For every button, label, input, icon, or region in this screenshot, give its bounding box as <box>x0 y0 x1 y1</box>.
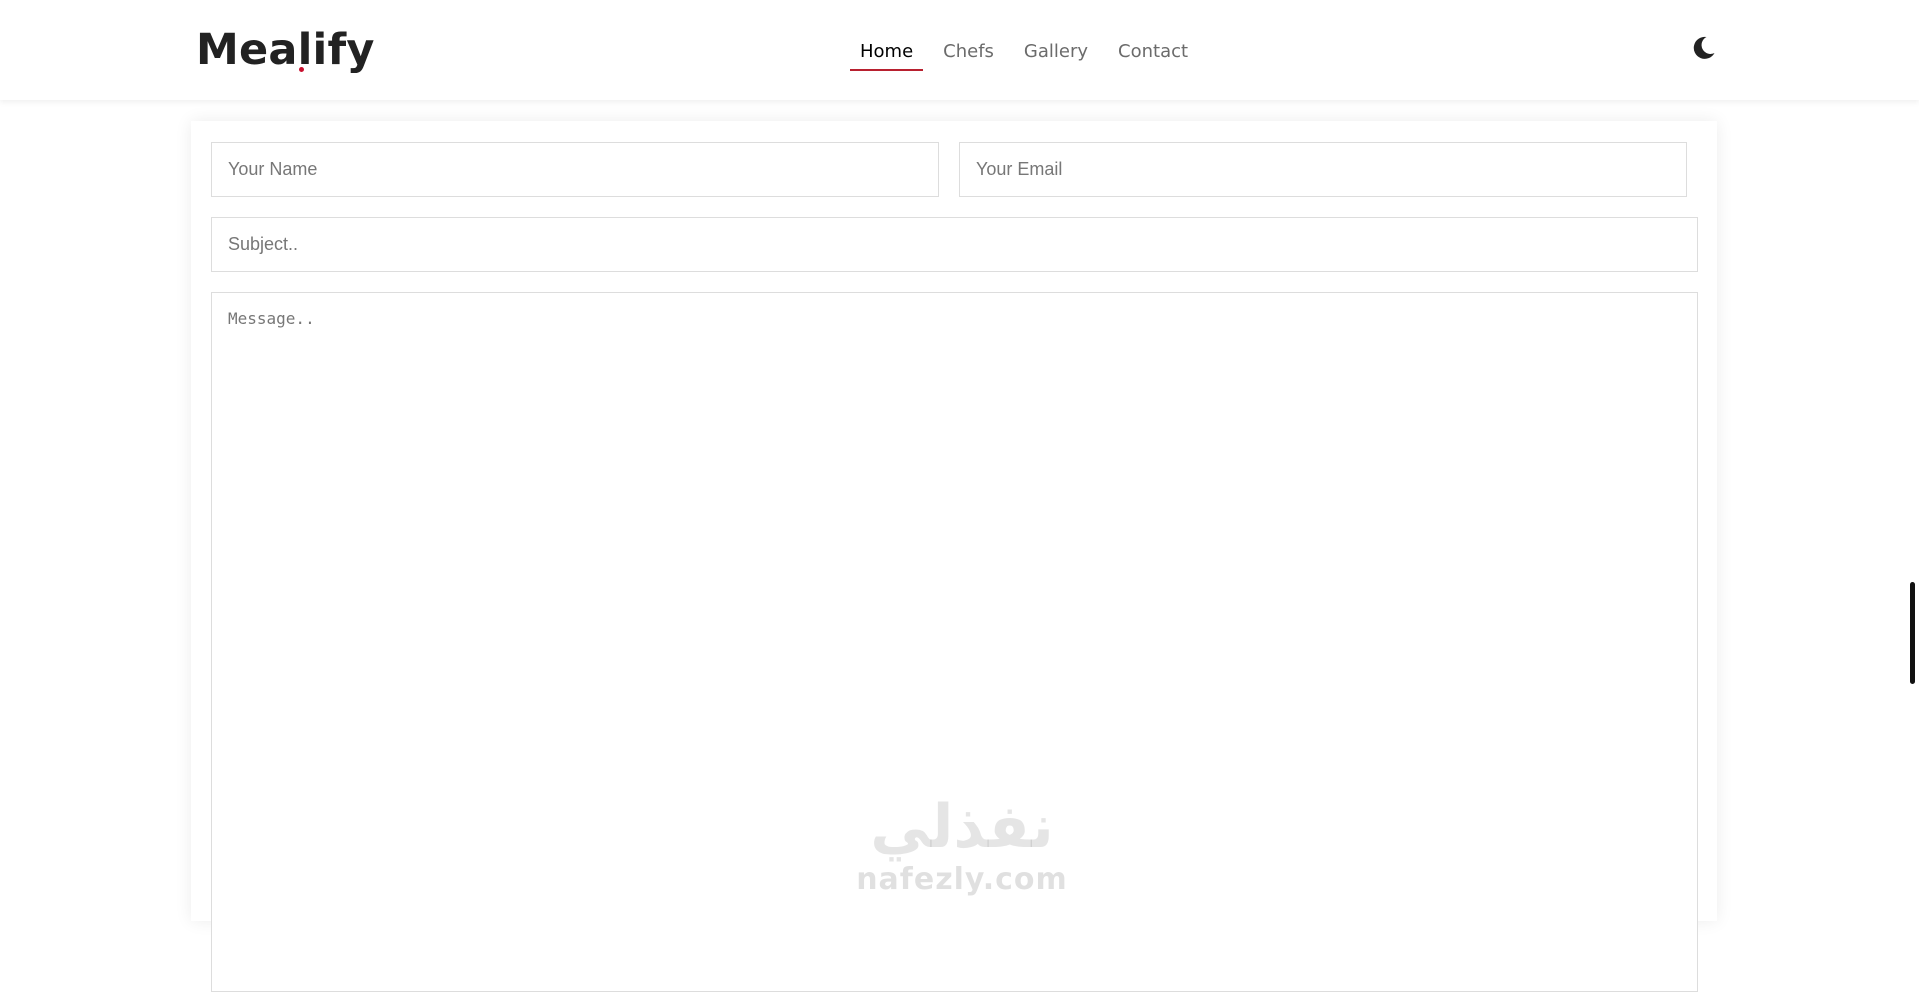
moon-icon[interactable] <box>1693 36 1715 60</box>
message-textarea[interactable] <box>211 292 1698 992</box>
logo[interactable]: Mealify <box>196 24 375 76</box>
nav-link-contact[interactable]: Contact <box>1108 36 1198 70</box>
logo-accent-dot <box>299 67 304 72</box>
subject-input[interactable] <box>211 217 1698 272</box>
contact-form-card <box>191 121 1717 992</box>
nav-link-chefs[interactable]: Chefs <box>933 36 1004 70</box>
scrollbar-thumb[interactable] <box>1910 582 1915 684</box>
moon-icon-graphic <box>1693 36 1715 59</box>
main-nav: Home Chefs Gallery Contact <box>850 36 1208 72</box>
nav-link-gallery[interactable]: Gallery <box>1014 36 1098 70</box>
email-input[interactable] <box>959 142 1687 197</box>
navbar: Mealify Home Chefs Gallery Contact <box>0 0 1919 100</box>
name-input[interactable] <box>211 142 939 197</box>
nav-link-home[interactable]: Home <box>850 36 924 71</box>
